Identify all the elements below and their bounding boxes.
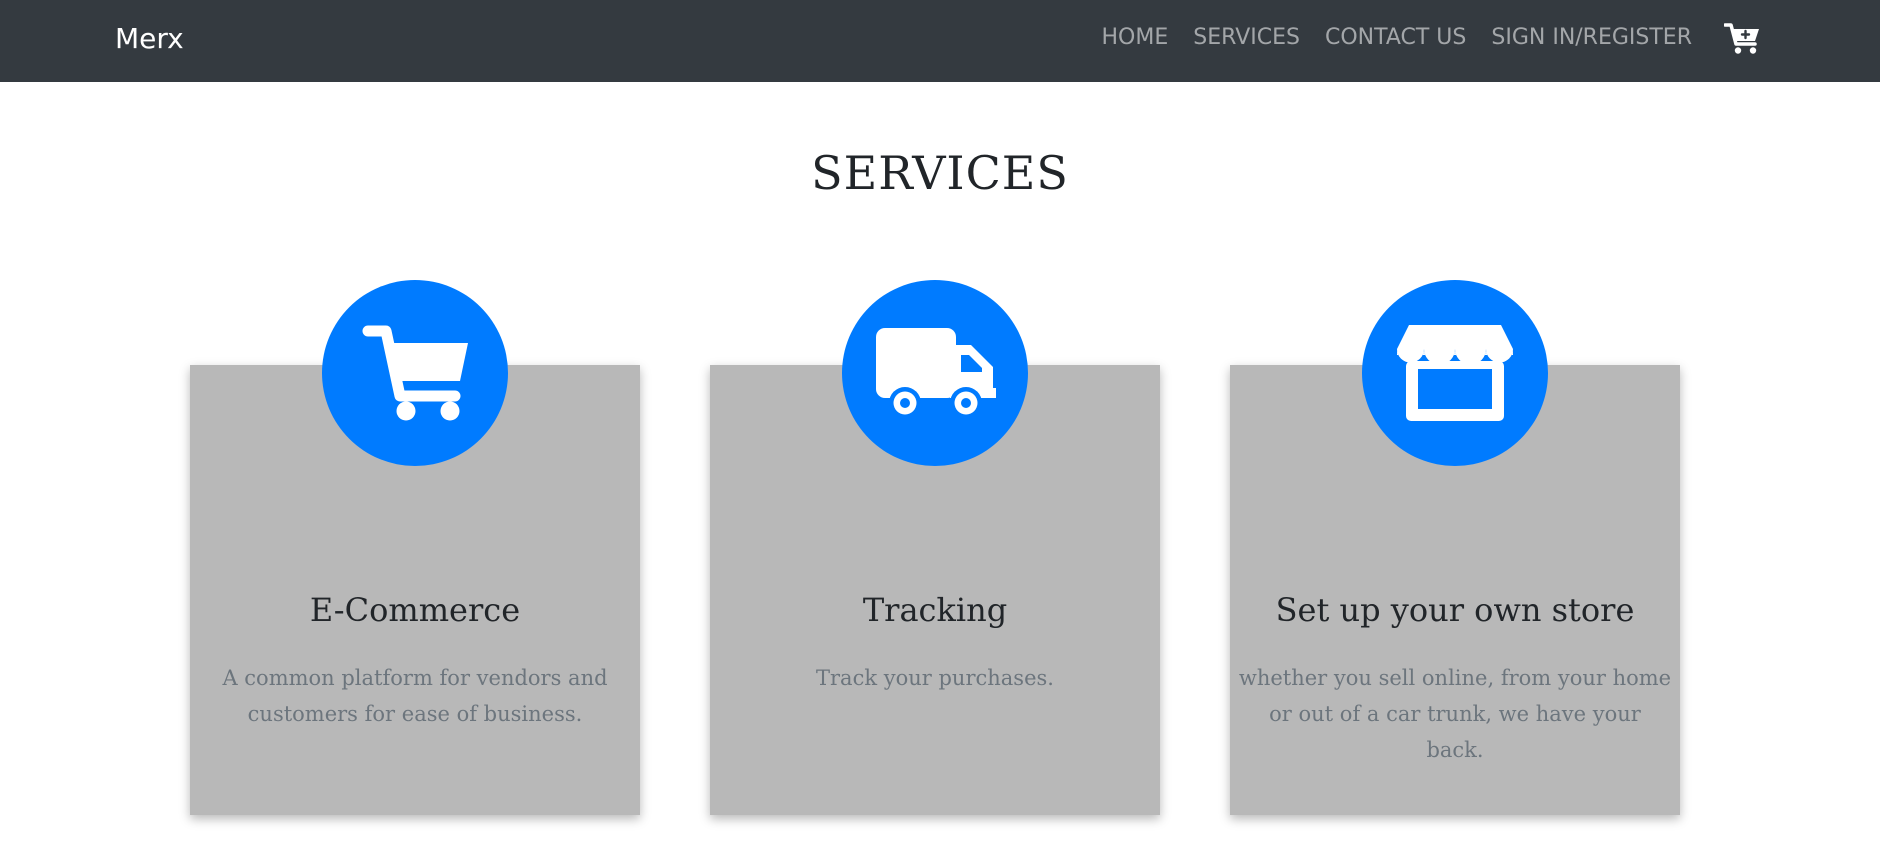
service-card-ecommerce: E-Commerce A common platform for vendors… xyxy=(190,280,640,815)
service-description: Track your purchases. xyxy=(816,666,1054,690)
page-title: SERVICES xyxy=(811,146,1069,200)
top-navbar: Merx HOME SERVICES CONTACT US SIGN IN/RE… xyxy=(0,0,1880,82)
store-icon xyxy=(1397,325,1513,421)
cart-button[interactable] xyxy=(1723,22,1762,56)
service-icon-circle xyxy=(842,280,1028,466)
shopping-cart-icon xyxy=(362,325,468,421)
service-description: whether you sell online, from your home … xyxy=(1238,666,1672,762)
nav-link-sign-in-register[interactable]: SIGN IN/REGISTER xyxy=(1491,25,1692,51)
service-icon-circle xyxy=(1362,280,1548,466)
service-title: Set up your own store xyxy=(1275,591,1635,629)
service-title: Tracking xyxy=(862,591,1008,629)
service-card-tracking: Tracking Track your purchases. xyxy=(710,280,1160,815)
service-description: A common platform for vendors and custom… xyxy=(222,666,608,726)
service-icon-circle xyxy=(322,280,508,466)
cart-plus-icon xyxy=(1723,23,1759,54)
nav-link-home[interactable]: HOME xyxy=(1102,25,1169,51)
brand-logo[interactable]: Merx xyxy=(115,22,184,56)
nav-link-services[interactable]: SERVICES xyxy=(1193,25,1300,51)
nav-link-contact-us[interactable]: CONTACT US xyxy=(1325,25,1466,51)
service-title: E-Commerce xyxy=(309,591,521,629)
nav-links: HOME SERVICES CONTACT US SIGN IN/REGISTE… xyxy=(1102,25,1692,51)
truck-icon xyxy=(876,328,996,419)
service-card-store: Set up your own store whether you sell o… xyxy=(1230,280,1680,815)
